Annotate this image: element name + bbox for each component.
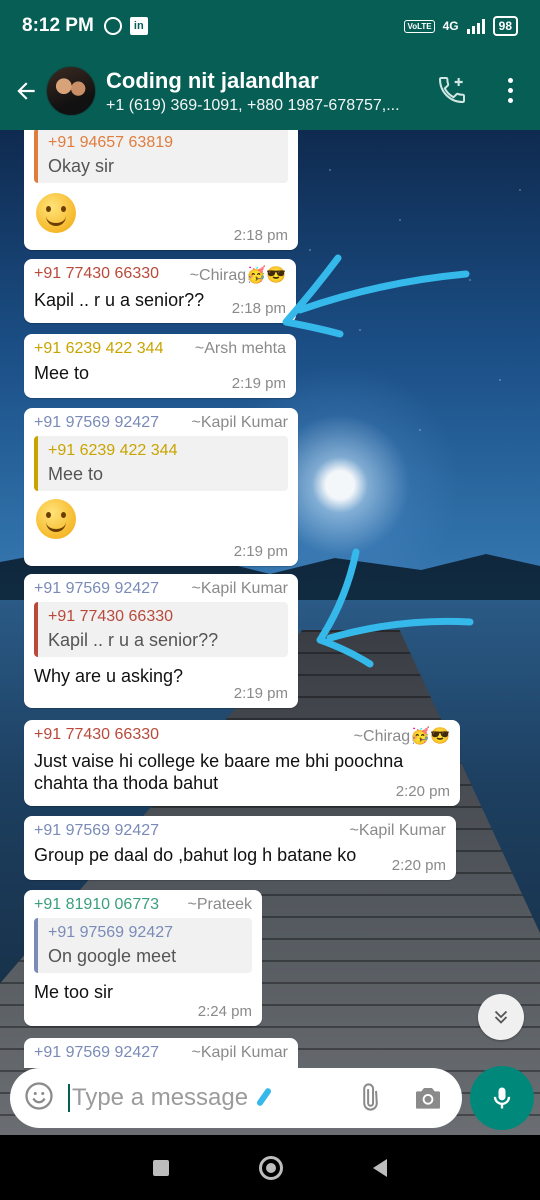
quoted-sender: +91 6239 422 344 <box>48 442 178 459</box>
double-chevron-down-icon[interactable] <box>478 994 524 1040</box>
arrow-left-icon[interactable] <box>6 71 46 111</box>
message-text: Why are u asking? <box>34 666 184 686</box>
camera-icon[interactable] <box>412 1082 444 1119</box>
sender-phone[interactable]: +91 81910 06773 <box>34 896 159 914</box>
chat-header: Coding nit jalandhar +1 (619) 369-1091, … <box>0 52 540 130</box>
smile-emoji <box>36 193 76 233</box>
system-nav <box>0 1148 540 1188</box>
message-time: 2:19 pm <box>233 685 288 702</box>
network-type: 4G <box>442 19 459 33</box>
chat-participants: +1 (619) 369-1091, +880 1987-678757,... <box>106 96 400 114</box>
message-time: 2:24 pm <box>197 1003 252 1020</box>
sender-alias: ~Kapil Kumar <box>191 580 289 597</box>
home-icon[interactable] <box>259 1156 283 1180</box>
sender-alias: ~Arsh mehta <box>194 340 286 357</box>
sender-alias: ~Chirag🥳😎 <box>353 728 450 745</box>
sender-phone[interactable]: +91 77430 66330 <box>34 265 159 285</box>
chat-title-area[interactable]: Coding nit jalandhar +1 (619) 369-1091, … <box>106 68 436 115</box>
chat-area[interactable]: +91 94657 63819 Okay sir 2:18 pm +91 774… <box>0 130 540 1135</box>
mic-icon[interactable] <box>470 1066 534 1130</box>
sender-alias: ~Prateek <box>187 896 252 913</box>
message-bubble[interactable]: +91 94657 63819 Okay sir 2:18 pm <box>24 130 298 250</box>
quoted-sender: +91 97569 92427 <box>48 924 174 941</box>
sender-phone[interactable]: +91 97569 92427 <box>34 580 159 598</box>
emoji-icon[interactable] <box>24 1081 54 1116</box>
group-avatar[interactable] <box>46 66 96 116</box>
sender-phone[interactable]: +91 77430 66330 <box>34 726 159 746</box>
quoted-message[interactable]: +91 94657 63819 Okay sir <box>34 130 288 183</box>
paperclip-icon[interactable] <box>354 1082 384 1119</box>
quoted-text: On google meet <box>48 946 177 966</box>
quoted-message[interactable]: +91 6239 422 344 Mee to <box>34 436 288 491</box>
back-nav-icon[interactable] <box>373 1159 387 1177</box>
quoted-sender: +91 77430 66330 <box>48 608 174 625</box>
chat-title: Coding nit jalandhar <box>106 67 319 93</box>
message-bubble[interactable]: +91 97569 92427 ~Kapil Kumar <box>24 1038 298 1068</box>
message-text: Group pe daal do ,bahut log h batane ko <box>34 845 357 865</box>
volte-icon: VoLTE <box>404 19 435 33</box>
sender-phone[interactable]: +91 97569 92427 <box>34 822 159 840</box>
status-bar: 8:12 PM in VoLTE 4G 98 <box>0 0 540 52</box>
message-time: 2:19 pm <box>233 543 288 560</box>
quoted-text: Kapil .. r u a senior?? <box>48 630 219 650</box>
signal-icon <box>466 18 485 34</box>
sender-alias: ~Kapil Kumar <box>191 1044 289 1061</box>
message-bubble[interactable]: +91 6239 422 344 ~Arsh mehta Mee to 2:19… <box>24 334 296 398</box>
battery-icon: 98 <box>492 16 518 36</box>
message-input[interactable]: Type a message <box>10 1068 462 1128</box>
recent-apps-icon[interactable] <box>153 1160 169 1176</box>
status-time: 8:12 PM <box>22 15 94 36</box>
message-time: 2:18 pm <box>233 227 288 244</box>
sender-alias: ~Kapil Kumar <box>349 822 447 839</box>
more-vert-icon[interactable] <box>500 74 520 106</box>
annotation-mark <box>255 1087 273 1107</box>
sender-alias: ~Chirag🥳😎 <box>189 267 286 284</box>
sender-phone[interactable]: +91 97569 92427 <box>34 414 159 432</box>
message-time: 2:19 pm <box>231 375 286 392</box>
smile-emoji <box>36 499 76 539</box>
message-bubble[interactable]: +91 97569 92427 ~Kapil Kumar Group pe da… <box>24 816 456 880</box>
message-bubble[interactable]: +91 77430 66330 ~Chirag🥳😎 Kapil .. r u a… <box>24 259 296 323</box>
sender-alias: ~Kapil Kumar <box>191 414 289 431</box>
message-bubble[interactable]: +91 97569 92427 ~Kapil Kumar +91 77430 6… <box>24 574 298 708</box>
message-bubble[interactable]: +91 97569 92427 ~Kapil Kumar +91 6239 42… <box>24 408 298 566</box>
alarm-icon <box>103 17 122 35</box>
quoted-message[interactable]: +91 77430 66330 Kapil .. r u a senior?? <box>34 602 288 657</box>
battery-level: 98 <box>498 19 512 33</box>
sender-phone[interactable]: +91 97569 92427 <box>34 1044 159 1062</box>
quoted-text: Mee to <box>48 464 104 484</box>
linkedin-icon: in <box>129 17 148 35</box>
message-bubble[interactable]: +91 81910 06773 ~Prateek +91 97569 92427… <box>24 890 262 1026</box>
sender-phone[interactable]: +91 6239 422 344 <box>34 340 163 358</box>
message-placeholder[interactable]: Type a message <box>68 1084 248 1112</box>
message-time: 2:18 pm <box>231 300 286 317</box>
message-text: Me too sir <box>34 982 114 1002</box>
message-time: 2:20 pm <box>395 783 450 800</box>
quoted-sender: +91 94657 63819 <box>48 134 174 151</box>
message-time: 2:20 pm <box>391 857 446 874</box>
message-text: Just vaise hi college ke baare me bhi po… <box>34 751 404 793</box>
add-call-icon[interactable] <box>436 74 468 106</box>
quoted-text: Okay sir <box>48 156 115 176</box>
quoted-message[interactable]: +91 97569 92427 On google meet <box>34 918 252 973</box>
message-bubble[interactable]: +91 77430 66330 ~Chirag🥳😎 Just vaise hi … <box>24 720 460 806</box>
